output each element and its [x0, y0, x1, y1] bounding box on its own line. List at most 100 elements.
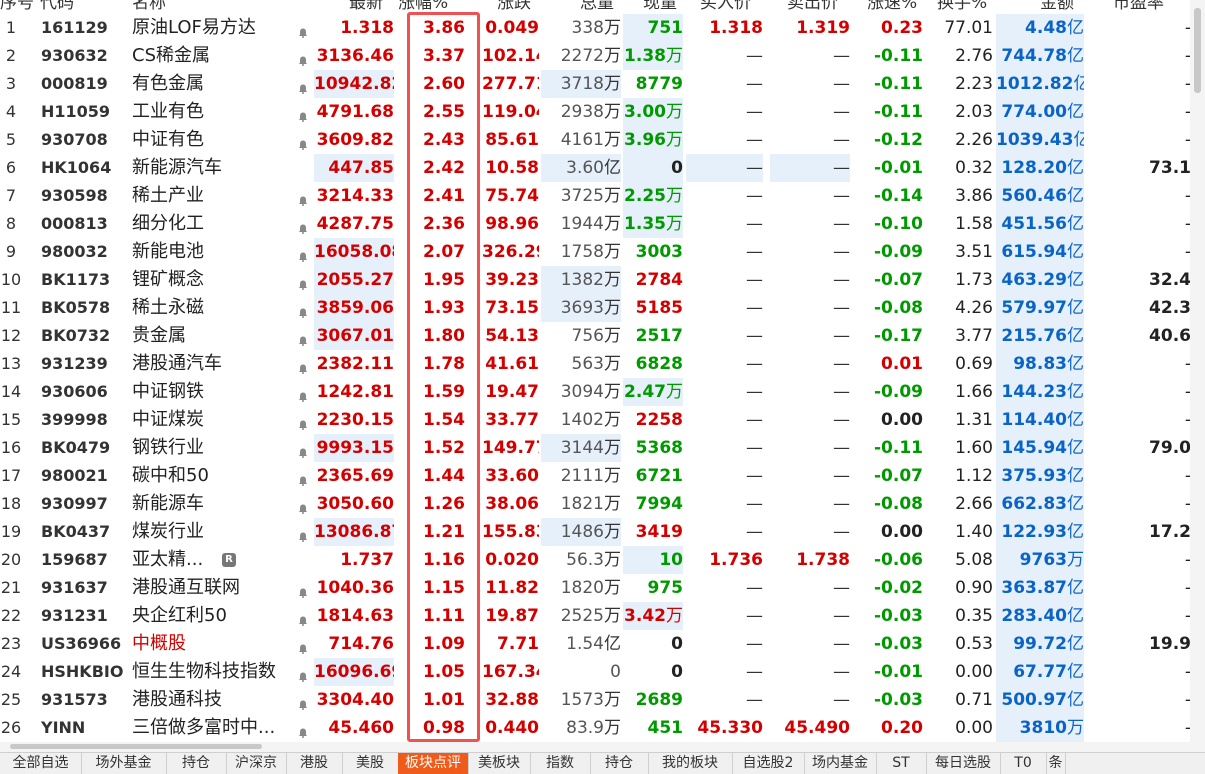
security-name[interactable]: 中证煤炭: [132, 406, 297, 434]
tab-8[interactable]: 美板块: [468, 753, 531, 774]
header-pe[interactable]: 市盈率: [1113, 0, 1164, 14]
header-speed[interactable]: 涨速%: [867, 0, 917, 14]
alert-bell-icon[interactable]: [298, 107, 308, 122]
tab-9[interactable]: 指数: [530, 753, 591, 774]
alert-bell-icon[interactable]: [298, 639, 308, 654]
security-name[interactable]: 亚太精...: [132, 546, 297, 574]
table-row[interactable]: 6 HK1064 新能源汽车 447.85 2.42 10.58 3.60亿 0— — -0.01…: [0, 154, 1191, 182]
header-turnover[interactable]: 换手%: [937, 0, 987, 14]
table-row[interactable]: 15 399998 中证煤炭 2230.15 1.54 33.77 1402万 2258— —0…: [0, 406, 1191, 434]
header-change[interactable]: 涨跌: [497, 0, 531, 14]
horizontal-scroll-thumb[interactable]: [10, 744, 262, 749]
tab-11[interactable]: 我的板块: [648, 753, 733, 774]
tab-1[interactable]: 全部自选: [0, 753, 82, 774]
alert-bell-icon[interactable]: [298, 359, 308, 374]
alert-bell-icon[interactable]: [298, 23, 308, 38]
header-code[interactable]: 代码: [40, 0, 74, 14]
table-row[interactable]: 16BK0479钢铁行业9993.151.52149.773144万5368——…: [0, 434, 1191, 462]
header-volume[interactable]: 总量: [580, 0, 614, 14]
table-row[interactable]: 5 930708 中证有色 3609.82 2.43 85.61 4161万 3.96万 — — -…: [0, 126, 1191, 154]
table-row[interactable]: 24 HSHKBIO 恒生生物科技指数 16096.69 1.05 167.34 0 0 — — -…: [0, 658, 1191, 686]
tab-15[interactable]: 每日选股: [926, 753, 1001, 774]
alert-bell-icon[interactable]: [298, 275, 308, 290]
table-row[interactable]: 3000819有色金属10942.822.60277.713718万8779——…: [0, 70, 1191, 98]
table-row[interactable]: 25 931573 港股通科技 3304.40 1.01 32.88 1573万 2689— —…: [0, 686, 1191, 714]
table-row[interactable]: 13 931239 港股通汽车 2382.11 1.78 41.61 563万 6828— —0…: [0, 350, 1191, 378]
header-bid[interactable]: 买入价: [700, 0, 751, 14]
tab-16[interactable]: T0: [1000, 753, 1047, 774]
alert-bell-icon[interactable]: [298, 387, 308, 402]
alert-bell-icon[interactable]: [298, 79, 308, 94]
alert-bell-icon[interactable]: [298, 499, 308, 514]
security-name[interactable]: 港股通汽车: [132, 350, 297, 378]
tab-13[interactable]: 场内基金: [804, 753, 877, 774]
table-row[interactable]: 8 000813 细分化工 4287.75 2.36 98.96 1944万 1.35万 — — -…: [0, 210, 1191, 238]
header-index[interactable]: 序号: [0, 0, 34, 14]
vertical-scroll-thumb[interactable]: [1194, 8, 1201, 93]
tab-12[interactable]: 自选股2: [732, 753, 805, 774]
alert-bell-icon[interactable]: [298, 303, 308, 318]
alert-bell-icon[interactable]: [298, 443, 308, 458]
security-name[interactable]: 港股通科技: [132, 686, 297, 714]
alert-bell-icon[interactable]: [298, 723, 308, 738]
security-name[interactable]: 有色金属: [132, 70, 297, 98]
alert-bell-icon[interactable]: [298, 219, 308, 234]
security-name[interactable]: 贵金属: [132, 322, 297, 350]
header-current-vol[interactable]: 现量: [643, 0, 677, 14]
header-latest[interactable]: 最新: [349, 0, 383, 14]
table-row[interactable]: 11 BK0578 稀土永磁 3859.06 1.93 73.15 3693万 5185— — -…: [0, 294, 1191, 322]
tab-7[interactable]: 板块点评: [398, 753, 469, 774]
tab-17[interactable]: 条: [1046, 753, 1066, 774]
security-name[interactable]: 碳中和50: [132, 462, 297, 490]
alert-bell-icon[interactable]: [298, 471, 308, 486]
header-ask[interactable]: 卖出价: [787, 0, 838, 14]
table-row[interactable]: 4H11059工业有色4791.682.55119.042938万3.00万——…: [0, 98, 1191, 126]
table-row[interactable]: 18 930997 新能源车 3050.60 1.26 38.06 1821万 7994— — -…: [0, 490, 1191, 518]
security-name[interactable]: 港股通互联网: [132, 574, 297, 602]
tab-3[interactable]: 持仓: [166, 753, 227, 774]
tab-6[interactable]: 美股: [342, 753, 399, 774]
security-name[interactable]: CS稀金属: [132, 42, 297, 70]
horizontal-scrollbar[interactable]: [0, 742, 1190, 752]
tab-10[interactable]: 持仓: [590, 753, 649, 774]
alert-bell-icon[interactable]: [298, 331, 308, 346]
table-row[interactable]: 17 980021 碳中和50 2365.69 1.44 33.60 2111万 6721— —…: [0, 462, 1191, 490]
security-name[interactable]: 恒生生物科技指数: [132, 658, 297, 686]
alert-bell-icon[interactable]: [298, 527, 308, 542]
alert-bell-icon[interactable]: [298, 611, 308, 626]
security-name[interactable]: 煤炭行业: [132, 518, 297, 546]
header-name[interactable]: 名称: [132, 0, 166, 14]
security-name[interactable]: 央企红利50: [132, 602, 297, 630]
tab-4[interactable]: 沪深京: [226, 753, 287, 774]
security-name[interactable]: 新能电池: [132, 238, 297, 266]
tab-14[interactable]: ST: [876, 753, 927, 774]
security-name[interactable]: 稀土永磁: [132, 294, 297, 322]
table-row[interactable]: 2930632CS稀金属3136.463.37102.142272万1.38万—…: [0, 42, 1191, 70]
security-name[interactable]: 新能源车: [132, 490, 297, 518]
table-row[interactable]: 22 931231 央企红利50 1814.63 1.11 19.87 2525万 3.42万…: [0, 602, 1191, 630]
table-row[interactable]: 20 159687 亚太精... R 1.737 1.16 0.020 56.3万 10 1.73…: [0, 546, 1191, 574]
header-change-pct[interactable]: 涨幅%: [398, 0, 448, 14]
header-amount[interactable]: 金额: [1040, 0, 1074, 14]
tab-2[interactable]: 场外基金: [81, 753, 167, 774]
table-row[interactable]: 14 930606 中证钢铁 1242.81 1.59 19.47 3094万 2.47万 — —…: [0, 378, 1191, 406]
alert-bell-icon[interactable]: [298, 583, 308, 598]
security-name[interactable]: 三倍做多富时中...: [132, 714, 297, 742]
table-row[interactable]: 1 161129 原油LOF易方达 1.318 3.86 0.049 338万 751 1.31…: [0, 14, 1191, 42]
security-name[interactable]: 新能源汽车: [132, 154, 297, 182]
security-name[interactable]: 工业有色: [132, 98, 297, 126]
table-row[interactable]: 21 931637 港股通互联网 1040.36 1.15 11.82 1820万 975— —…: [0, 574, 1191, 602]
security-name[interactable]: 中证有色: [132, 126, 297, 154]
vertical-scrollbar[interactable]: [1190, 0, 1205, 752]
table-row[interactable]: 23 US36966 中概股 714.76 1.09 7.71 1.54亿 0— — -0.03 0…: [0, 630, 1191, 658]
security-name[interactable]: 细分化工: [132, 210, 297, 238]
table-row[interactable]: 7 930598 稀土产业 3214.33 2.41 75.74 3725万 2.25万 — — -…: [0, 182, 1191, 210]
alert-bell-icon[interactable]: [298, 695, 308, 710]
security-name[interactable]: 中概股: [132, 630, 297, 658]
table-row[interactable]: 9980032新能电池16058.082.07326.291758万3003——…: [0, 238, 1191, 266]
alert-bell-icon[interactable]: [298, 415, 308, 430]
table-row[interactable]: 19BK0437煤炭行业13086.871.21155.831486万3419—…: [0, 518, 1191, 546]
table-row[interactable]: 26 YINN 三倍做多富时中... 45.460 0.98 0.440 83.9万 451 4…: [0, 714, 1191, 742]
security-name[interactable]: 原油LOF易方达: [132, 14, 297, 42]
security-name[interactable]: 稀土产业: [132, 182, 297, 210]
